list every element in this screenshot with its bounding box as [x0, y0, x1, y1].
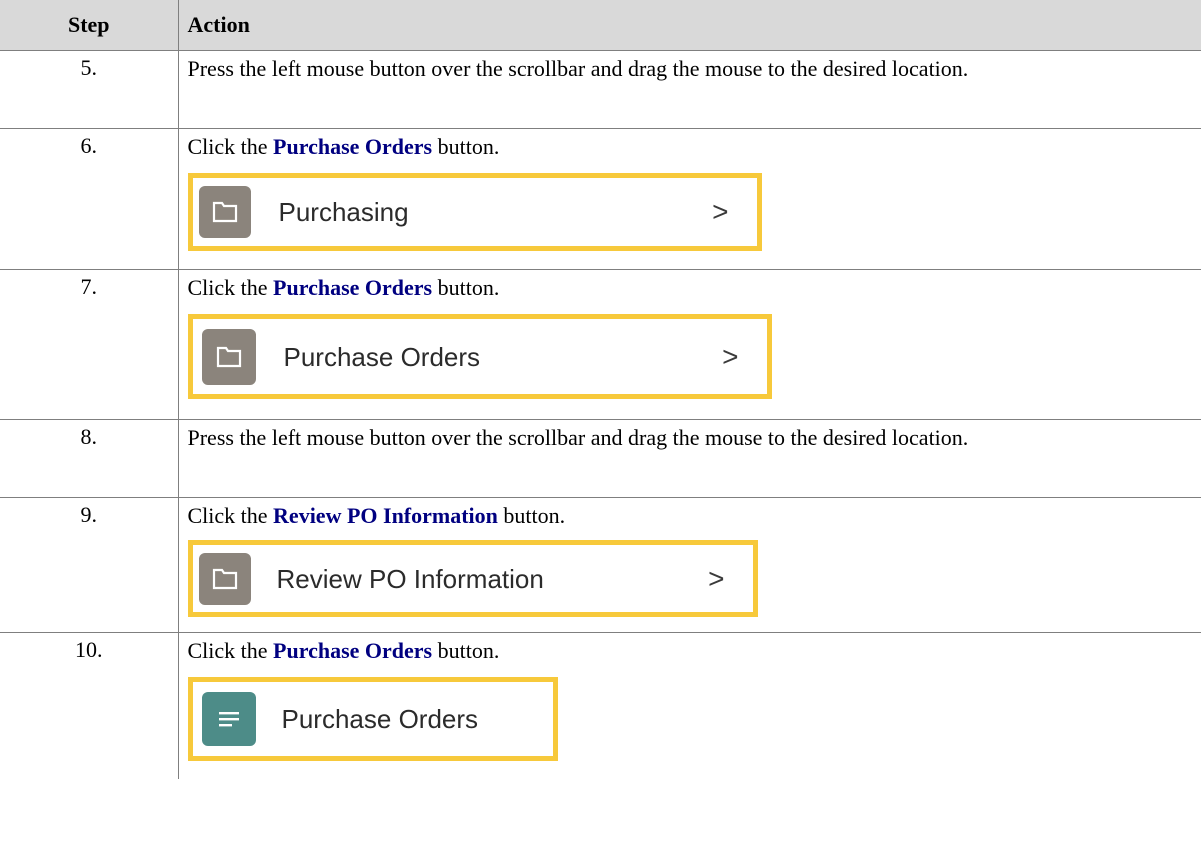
- tile-label: Purchasing: [278, 197, 409, 227]
- column-header-step: Step: [0, 0, 179, 51]
- step-number: 9.: [0, 497, 179, 633]
- action-text: Click the Purchase Orders button.: [187, 134, 500, 159]
- action-cell: Press the left mouse button over the scr…: [177, 419, 1201, 498]
- action-cell: Click the Purchase Orders button. Purcha…: [177, 632, 1201, 779]
- folder-icon: [201, 328, 256, 385]
- button-name-emphasis: Review PO Information: [273, 503, 498, 528]
- folder-icon: [198, 552, 251, 605]
- action-text: Click the Review PO Information button.: [187, 503, 566, 528]
- table-row: 5. Press the left mouse button over the …: [0, 50, 1201, 129]
- step-number: 10.: [0, 632, 179, 779]
- action-cell: Click the Review PO Information button. …: [177, 497, 1201, 633]
- purchase-orders-tile-button[interactable]: Purchase Orders >: [187, 314, 772, 399]
- table-row: 9. Click the Review PO Information butto…: [0, 497, 1201, 633]
- folder-icon: [198, 186, 251, 238]
- review-po-information-tile-button[interactable]: Review PO Information >: [187, 540, 758, 617]
- tile-label: Purchase Orders: [283, 341, 481, 372]
- action-cell: Click the Purchase Orders button. Purcha…: [177, 128, 1201, 270]
- purchasing-tile-button[interactable]: Purchasing >: [187, 173, 762, 251]
- purchase-orders-list-tile-button[interactable]: Purchase Orders: [187, 677, 558, 761]
- table-row: 7. Click the Purchase Orders button. Pur…: [0, 269, 1201, 420]
- table-header-row: Step Action: [0, 0, 1201, 51]
- action-cell: Press the left mouse button over the scr…: [177, 50, 1201, 129]
- tile-label: Review PO Information: [276, 563, 544, 594]
- step-number: 8.: [0, 419, 179, 498]
- button-name-emphasis: Purchase Orders: [273, 275, 433, 300]
- button-name-emphasis: Purchase Orders: [273, 134, 433, 159]
- list-icon: [201, 692, 256, 746]
- table-row: 6. Click the Purchase Orders button. Pur…: [0, 128, 1201, 270]
- button-name-emphasis: Purchase Orders: [273, 638, 433, 663]
- action-text: Press the left mouse button over the scr…: [187, 425, 969, 450]
- table-row: 8. Press the left mouse button over the …: [0, 419, 1201, 498]
- step-number: 7.: [0, 269, 179, 420]
- tile-label: Purchase Orders: [281, 704, 479, 734]
- chevron-right-icon: >: [722, 340, 739, 372]
- action-text: Click the Purchase Orders button.: [187, 275, 500, 300]
- action-text: Click the Purchase Orders button.: [187, 638, 500, 663]
- chevron-right-icon: >: [708, 562, 725, 594]
- action-cell: Click the Purchase Orders button. Purcha…: [177, 269, 1201, 420]
- steps-table: Step Action 5. Press the left mouse butt…: [0, 0, 1201, 779]
- chevron-right-icon: >: [712, 196, 729, 227]
- step-number: 5.: [0, 50, 179, 129]
- table-row: 10. Click the Purchase Orders button. Pu…: [0, 632, 1201, 779]
- action-text: Press the left mouse button over the scr…: [187, 56, 969, 81]
- column-header-action: Action: [177, 0, 1201, 51]
- step-number: 6.: [0, 128, 179, 270]
